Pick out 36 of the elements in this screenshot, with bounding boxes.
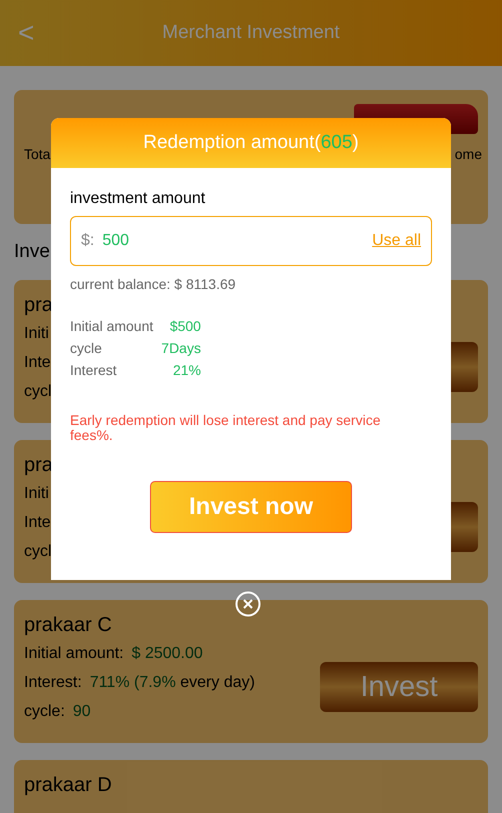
detail-value: 21% <box>172 362 201 378</box>
income-label: ome <box>454 146 482 162</box>
detail-value: $ 2500.00 <box>132 645 203 663</box>
detail-label: Initial amount: <box>24 645 124 663</box>
total-label: Tota <box>24 146 50 162</box>
detail-label: cycle <box>70 340 103 356</box>
detail-label: Interest: <box>24 674 82 692</box>
detail-label: cycl <box>24 383 52 401</box>
field-label: investment amount <box>70 190 206 208</box>
dialog-title: Redemption amount(605) <box>143 132 359 154</box>
balance-text: current balance: $ 8113.69 <box>70 276 237 292</box>
detail-value: 711% (7.9% every day) <box>90 674 255 692</box>
amount-field[interactable]: $: 500 Use all <box>70 216 432 266</box>
detail-label: cycle: <box>24 703 65 721</box>
warning-text: Early redemption will lose interest and pay service fees%. <box>70 413 382 443</box>
detail-value: 90 <box>72 703 91 721</box>
detail-label: Initi <box>24 325 49 343</box>
page-title: Merchant Investment <box>162 22 340 44</box>
detail-label: cycl <box>24 543 52 561</box>
product-name: pra <box>24 454 54 477</box>
use-all-link[interactable]: Use all <box>372 232 421 250</box>
product-name: pra <box>24 294 54 317</box>
detail-label: Inte <box>24 514 51 532</box>
section-title: Inve <box>14 241 51 263</box>
back-button[interactable]: < <box>18 17 34 49</box>
detail-value: 7Days <box>161 340 201 356</box>
detail-value: $500 <box>168 318 201 334</box>
product-name: prakaar C <box>24 614 113 637</box>
detail-label: Inte <box>24 354 51 372</box>
product-name: prakaar D <box>24 774 113 797</box>
detail-label: Initial amount <box>70 318 154 334</box>
invest-now-button[interactable]: Invest now <box>150 481 352 533</box>
invest-button[interactable]: Invest <box>320 662 478 712</box>
detail-label: Initi <box>24 485 49 503</box>
close-icon[interactable] <box>235 591 261 617</box>
detail-label: Interest <box>70 362 118 378</box>
